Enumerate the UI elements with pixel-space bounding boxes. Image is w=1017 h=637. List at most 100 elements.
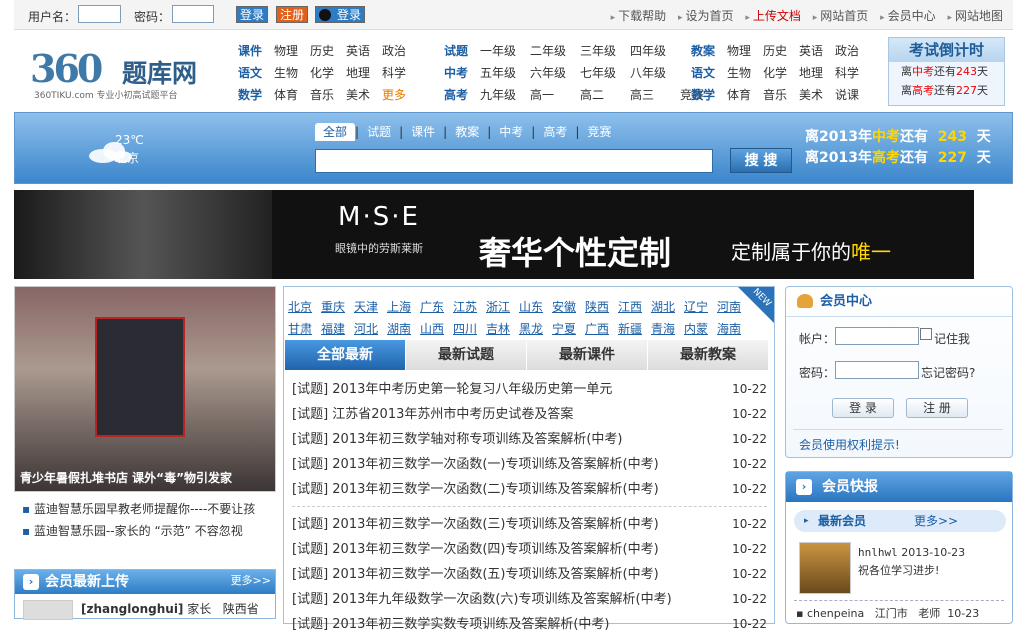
cat-link[interactable]: 生物 xyxy=(727,62,763,84)
register-button[interactable]: 注册 xyxy=(276,6,308,23)
cat-link[interactable]: 政治 xyxy=(382,40,418,62)
cat-link[interactable]: 三年级 xyxy=(580,40,630,62)
cat-link[interactable]: 体育 xyxy=(274,84,310,106)
province-link[interactable]: 上海 xyxy=(387,296,420,318)
list-item[interactable]: [试题] 2013年初三数学一次函数(五)专项训练及答案解析(中考) 10-22 xyxy=(292,562,767,587)
province-link[interactable]: 陕西 xyxy=(585,296,618,318)
login-button[interactable]: 登 录 xyxy=(832,398,894,418)
link-member-center[interactable]: ▸ 会员中心 xyxy=(880,9,936,23)
province-link[interactable]: 山西 xyxy=(420,318,453,340)
cat-course[interactable]: 课件 xyxy=(238,40,274,62)
cat-link[interactable]: 八年级 xyxy=(630,62,680,84)
upload-row[interactable]: [zhanglonghui] 家长 陕西省 xyxy=(81,600,259,617)
tab-latest-plans[interactable]: 最新教案 xyxy=(648,340,769,370)
cat-link[interactable]: 高二 xyxy=(580,84,630,106)
account-input[interactable] xyxy=(835,327,919,345)
cat-link[interactable]: 四年级 xyxy=(630,40,680,62)
link-download-help[interactable]: ▸ 下载帮助 xyxy=(611,9,667,23)
cat-link[interactable]: 英语 xyxy=(346,40,382,62)
search-tab-plan[interactable]: 教案 xyxy=(447,123,487,141)
province-link[interactable]: 宁夏 xyxy=(552,318,585,340)
list-item[interactable]: [试题] 2013年中考历史第一轮复习八年级历史第一单元 10-22 xyxy=(292,377,767,402)
list-item[interactable]: [试题] 2013年初三数学一次函数(二)专项训练及答案解析(中考) 10-22 xyxy=(292,477,767,502)
list-item[interactable]: ▪ chenpeina 江门市 老师 10-23 xyxy=(796,605,979,621)
province-link[interactable]: 河北 xyxy=(354,318,387,340)
cat-link[interactable]: 音乐 xyxy=(763,84,799,106)
province-link[interactable]: 内蒙 xyxy=(684,318,717,340)
list-item[interactable]: ▪ 蓝迪智慧乐园早教老师提醒你----不要让孩 xyxy=(22,498,255,520)
tab-all-latest[interactable]: 全部最新 xyxy=(285,340,406,370)
cat-link[interactable]: 历史 xyxy=(310,40,346,62)
cat-link[interactable]: 历史 xyxy=(763,40,799,62)
cat-gaokao[interactable]: 高考 xyxy=(444,84,480,106)
featured-image[interactable]: 青少年暑假扎堆书店 课外“毒”物引发家 xyxy=(14,286,276,492)
cat-chinese[interactable]: 语文 xyxy=(238,62,274,84)
province-link[interactable]: 湖南 xyxy=(387,318,420,340)
upload-more-link[interactable]: 更多>> xyxy=(231,572,271,588)
list-item[interactable]: [试题] 2013年初三数学一次函数(四)专项训练及答案解析(中考) 10-22 xyxy=(292,537,767,562)
cat-plan[interactable]: 教案 xyxy=(691,40,727,62)
province-link[interactable]: 新疆 xyxy=(618,318,651,340)
more-link[interactable]: 更多>> xyxy=(914,510,958,532)
province-link[interactable]: 安徽 xyxy=(552,296,585,318)
cat-zhongkao[interactable]: 中考 xyxy=(444,62,480,84)
forgot-password-link[interactable]: 忘记密码? xyxy=(921,364,975,381)
cat-link[interactable]: 美术 xyxy=(799,84,835,106)
search-input[interactable] xyxy=(315,149,713,173)
remember-checkbox[interactable] xyxy=(920,328,932,340)
cat-link[interactable]: 高一 xyxy=(530,84,580,106)
province-link[interactable]: 广西 xyxy=(585,318,618,340)
cat-link[interactable]: 说课 xyxy=(835,84,871,106)
cat-link[interactable]: 生物 xyxy=(274,62,310,84)
search-tab-all[interactable]: 全部 xyxy=(315,123,356,141)
cat-link[interactable]: 体育 xyxy=(727,84,763,106)
cat-link[interactable]: 地理 xyxy=(799,62,835,84)
cat-link[interactable]: 音乐 xyxy=(310,84,346,106)
province-link[interactable]: 重庆 xyxy=(321,296,354,318)
username-input[interactable] xyxy=(78,5,121,23)
cat-link[interactable]: 美术 xyxy=(346,84,382,106)
cat-link[interactable]: 化学 xyxy=(763,62,799,84)
cat-math[interactable]: 数学 xyxy=(238,84,274,106)
province-link[interactable]: 江西 xyxy=(618,296,651,318)
province-link[interactable]: 吉林 xyxy=(486,318,519,340)
list-item[interactable]: [试题] 2013年初三数学实数专项训练及答案解析(中考) 10-22 xyxy=(292,612,767,637)
member-rights-link[interactable]: 会员使用权利提示! xyxy=(799,436,900,453)
search-tab-exam[interactable]: 试题 xyxy=(359,123,399,141)
province-link[interactable]: 广东 xyxy=(420,296,453,318)
link-sitemap[interactable]: ▸ 网站地图 xyxy=(947,9,1003,23)
cat-exam[interactable]: 试题 xyxy=(444,40,480,62)
tab-latest-exams[interactable]: 最新试题 xyxy=(406,340,527,370)
cat-link[interactable]: 高三 xyxy=(630,84,680,106)
cat-link[interactable]: 地理 xyxy=(346,62,382,84)
link-upload-doc[interactable]: ▸ 上传文档 xyxy=(745,9,801,23)
link-set-homepage[interactable]: ▸ 设为首页 xyxy=(678,9,734,23)
province-link[interactable]: 湖北 xyxy=(651,296,684,318)
province-link[interactable]: 四川 xyxy=(453,318,486,340)
cat-link[interactable]: 英语 xyxy=(799,40,835,62)
search-button[interactable]: 搜 搜 xyxy=(730,148,792,173)
province-link[interactable]: 黑龙 xyxy=(519,318,552,340)
qq-login-button[interactable]: 登录 xyxy=(315,6,365,23)
password-input[interactable] xyxy=(835,361,919,379)
cat-link[interactable]: 五年级 xyxy=(480,62,530,84)
cat-link[interactable]: 科学 xyxy=(835,62,871,84)
cat-link[interactable]: 一年级 xyxy=(480,40,530,62)
cat-link[interactable]: 政治 xyxy=(835,40,871,62)
cat-chinese[interactable]: 语文 xyxy=(691,62,727,84)
province-link[interactable]: 天津 xyxy=(354,296,387,318)
list-item[interactable]: [试题] 江苏省2013年苏州市中考历史试卷及答案 10-22 xyxy=(292,402,767,427)
list-item[interactable]: [试题] 2013年初三数学一次函数(一)专项训练及答案解析(中考) 10-22 xyxy=(292,452,767,477)
list-item[interactable]: [试题] 2013年初三数学一次函数(三)专项训练及答案解析(中考) 10-22 xyxy=(292,512,767,537)
cat-link[interactable]: 九年级 xyxy=(480,84,530,106)
register-button[interactable]: 注 册 xyxy=(906,398,968,418)
login-button[interactable]: 登录 xyxy=(236,6,268,23)
province-link[interactable]: 甘肃 xyxy=(288,318,321,340)
cat-link[interactable]: 物理 xyxy=(727,40,763,62)
cat-link[interactable]: 物理 xyxy=(274,40,310,62)
list-item[interactable]: [试题] 2013年九年级数学一次函数(六)专项训练及答案解析(中考) 10-22 xyxy=(292,587,767,612)
cat-link[interactable]: 二年级 xyxy=(530,40,580,62)
search-tab-gaokao[interactable]: 高考 xyxy=(535,123,575,141)
member-entry[interactable]: hnlhwl 2013-10-23 祝各位学习进步! xyxy=(858,544,965,580)
cat-link[interactable]: 化学 xyxy=(310,62,346,84)
